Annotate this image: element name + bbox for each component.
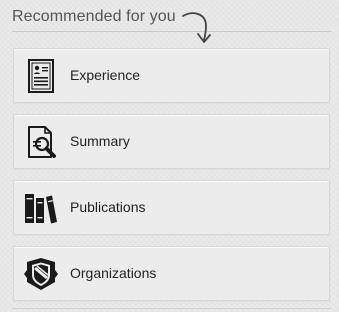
recommendation-label: Summary (70, 133, 130, 149)
books-icon (25, 194, 57, 224)
recommendation-experience[interactable]: Experience (13, 48, 330, 103)
resume-document-icon (28, 59, 54, 93)
recommendation-organizations[interactable]: Organizations (13, 246, 330, 301)
recommendation-publications[interactable]: Publications (13, 180, 330, 235)
recommendation-label: Organizations (70, 265, 157, 281)
recommendation-label: Experience (70, 67, 141, 83)
document-search-icon (28, 126, 56, 158)
shield-badge-icon (24, 258, 58, 290)
section-header: Recommended for you (12, 7, 331, 32)
recommendation-label: Publications (70, 199, 146, 215)
curved-arrow-icon (182, 12, 211, 43)
divider (12, 308, 331, 309)
section-title: Recommended for you (12, 8, 176, 25)
recommendation-summary[interactable]: Summary (13, 114, 330, 169)
